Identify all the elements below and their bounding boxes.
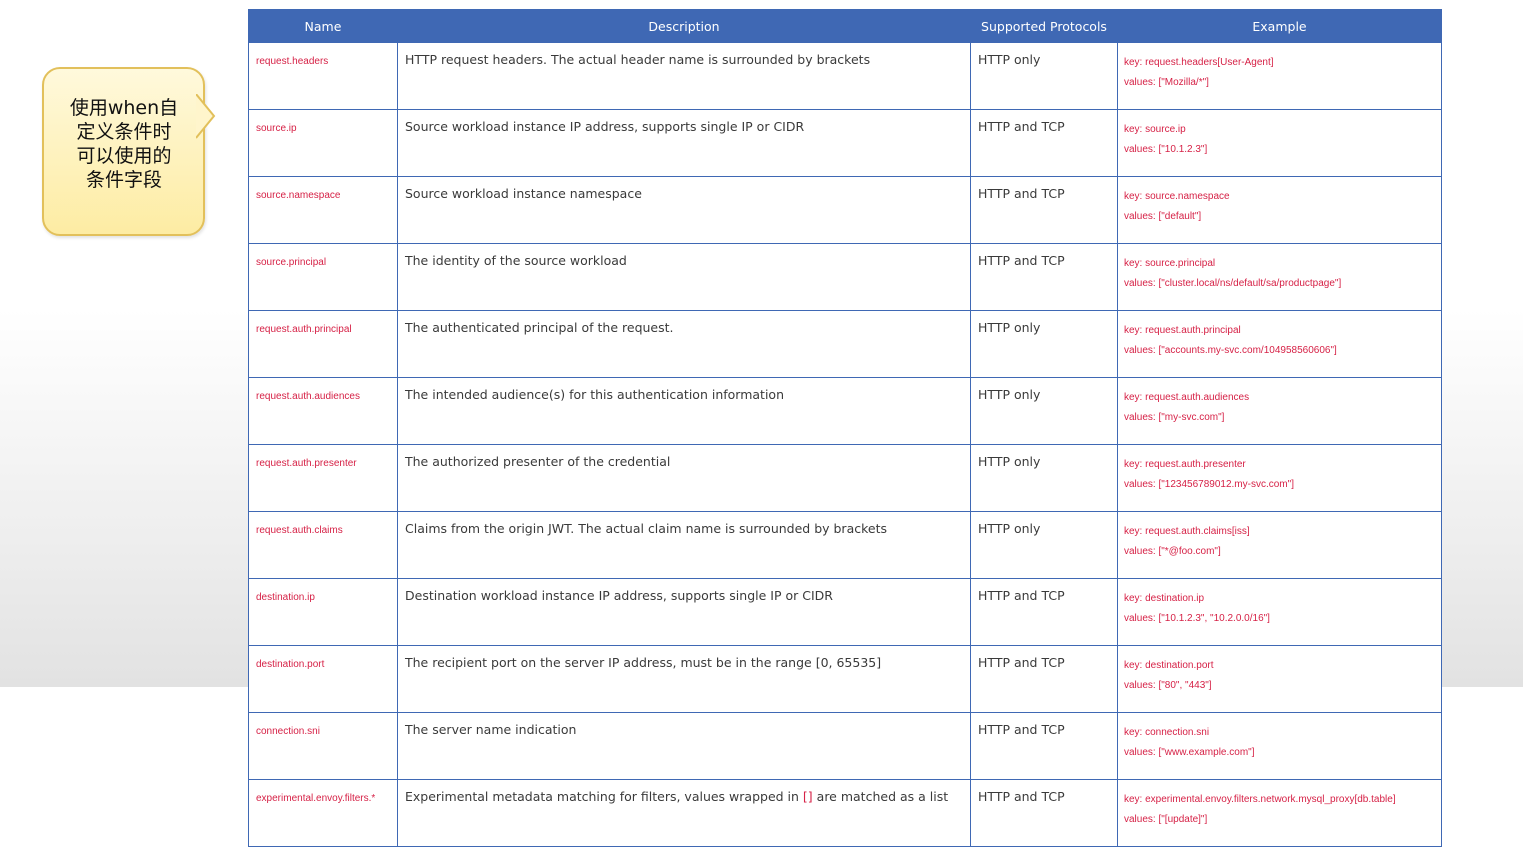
condition-example: key: source.principal values: ["cluster.… bbox=[1117, 243, 1442, 311]
example-key: key: connection.sni bbox=[1124, 727, 1210, 738]
condition-description: The authorized presenter of the credenti… bbox=[397, 444, 971, 512]
example-key: key: request.headers[User-Agent] bbox=[1124, 57, 1274, 68]
condition-description: Source workload instance IP address, sup… bbox=[397, 109, 971, 177]
condition-description: The authenticated principal of the reque… bbox=[397, 310, 971, 378]
description-text: are matched as a list bbox=[812, 789, 949, 804]
callout-line: 条件字段 bbox=[85, 169, 162, 191]
condition-name: destination.port bbox=[248, 645, 398, 713]
callout-text: 使用when自 定义条件时 可以使用的 条件字段 bbox=[48, 96, 200, 192]
example-values: values: ["default"] bbox=[1124, 211, 1202, 222]
condition-name: request.auth.claims bbox=[248, 511, 398, 579]
example-key: key: source.namespace bbox=[1124, 191, 1230, 202]
table-row: destination.ip Destination workload inst… bbox=[248, 578, 1442, 646]
condition-description: The identity of the source workload bbox=[397, 243, 971, 311]
example-values: values: ["cluster.local/ns/default/sa/pr… bbox=[1124, 278, 1342, 289]
condition-description: Source workload instance namespace bbox=[397, 176, 971, 244]
condition-example: key: source.namespace values: ["default"… bbox=[1117, 176, 1442, 244]
condition-example: key: source.ip values: ["10.1.2.3"] bbox=[1117, 109, 1442, 177]
condition-name: request.auth.audiences bbox=[248, 377, 398, 445]
condition-protocols: HTTP only bbox=[970, 377, 1118, 445]
example-key: key: request.auth.principal bbox=[1124, 325, 1241, 336]
condition-protocols: HTTP and TCP bbox=[970, 779, 1118, 847]
table-row: source.namespace Source workload instanc… bbox=[248, 176, 1442, 244]
table-header-row: Name Description Supported Protocols Exa… bbox=[248, 9, 1442, 43]
condition-protocols: HTTP only bbox=[970, 444, 1118, 512]
table-row: experimental.envoy.filters.* Experimenta… bbox=[248, 779, 1442, 847]
table-row: request.auth.presenter The authorized pr… bbox=[248, 444, 1442, 512]
table-row: request.auth.claims Claims from the orig… bbox=[248, 511, 1442, 579]
example-values: values: ["www.example.com"] bbox=[1124, 747, 1255, 758]
example-key: key: request.auth.audiences bbox=[1124, 392, 1250, 403]
callout-line: 使用when自 bbox=[69, 97, 179, 119]
condition-name: request.auth.presenter bbox=[248, 444, 398, 512]
condition-name: connection.sni bbox=[248, 712, 398, 780]
condition-protocols: HTTP only bbox=[970, 310, 1118, 378]
table-row: destination.port The recipient port on t… bbox=[248, 645, 1442, 713]
conditions-table: Name Description Supported Protocols Exa… bbox=[248, 9, 1442, 847]
condition-name: request.auth.principal bbox=[248, 310, 398, 378]
callout-line: 定义条件时 bbox=[76, 121, 172, 143]
condition-protocols: HTTP and TCP bbox=[970, 243, 1118, 311]
column-header-description: Description bbox=[397, 9, 971, 43]
column-header-name: Name bbox=[248, 9, 398, 43]
condition-name: source.ip bbox=[248, 109, 398, 177]
condition-name: request.headers bbox=[248, 42, 398, 110]
example-key: key: destination.port bbox=[1124, 660, 1214, 671]
description-text: Experimental metadata matching for filte… bbox=[405, 789, 803, 804]
example-key: key: source.principal bbox=[1124, 258, 1216, 269]
table-row: request.auth.audiences The intended audi… bbox=[248, 377, 1442, 445]
condition-protocols: HTTP and TCP bbox=[970, 578, 1118, 646]
example-values: values: ["80", "443"] bbox=[1124, 680, 1212, 691]
condition-name: destination.ip bbox=[248, 578, 398, 646]
condition-description: Destination workload instance IP address… bbox=[397, 578, 971, 646]
example-key: key: request.auth.claims[iss] bbox=[1124, 526, 1250, 537]
condition-example: key: request.auth.principal values: ["ac… bbox=[1117, 310, 1442, 378]
condition-example: key: connection.sni values: ["www.exampl… bbox=[1117, 712, 1442, 780]
condition-protocols: HTTP and TCP bbox=[970, 645, 1118, 713]
table-row: connection.sni The server name indicatio… bbox=[248, 712, 1442, 780]
table-row: source.ip Source workload instance IP ad… bbox=[248, 109, 1442, 177]
condition-name: source.namespace bbox=[248, 176, 398, 244]
condition-description: Claims from the origin JWT. The actual c… bbox=[397, 511, 971, 579]
condition-example: key: request.headers[User-Agent] values:… bbox=[1117, 42, 1442, 110]
table-row: request.auth.principal The authenticated… bbox=[248, 310, 1442, 378]
table-row: source.principal The identity of the sou… bbox=[248, 243, 1442, 311]
example-values: values: ["*@foo.com"] bbox=[1124, 546, 1221, 557]
condition-description: HTTP request headers. The actual header … bbox=[397, 42, 971, 110]
condition-protocols: HTTP and TCP bbox=[970, 109, 1118, 177]
example-values: values: ["123456789012.my-svc.com"] bbox=[1124, 479, 1294, 490]
condition-protocols: HTTP only bbox=[970, 511, 1118, 579]
condition-description: The recipient port on the server IP addr… bbox=[397, 645, 971, 713]
condition-example: key: request.auth.claims[iss] values: ["… bbox=[1117, 511, 1442, 579]
example-values: values: ["accounts.my-svc.com/1049585606… bbox=[1124, 345, 1337, 356]
example-key: key: experimental.envoy.filters.network.… bbox=[1124, 794, 1396, 805]
condition-name: experimental.envoy.filters.* bbox=[248, 779, 398, 847]
condition-description: The intended audience(s) for this authen… bbox=[397, 377, 971, 445]
condition-description: The server name indication bbox=[397, 712, 971, 780]
example-values: values: ["my-svc.com"] bbox=[1124, 412, 1225, 423]
column-header-example: Example bbox=[1117, 9, 1442, 43]
callout-line: 可以使用的 bbox=[76, 145, 172, 167]
condition-example: key: destination.port values: ["80", "44… bbox=[1117, 645, 1442, 713]
condition-name: source.principal bbox=[248, 243, 398, 311]
table-row: request.headers HTTP request headers. Th… bbox=[248, 42, 1442, 110]
condition-protocols: HTTP and TCP bbox=[970, 712, 1118, 780]
example-values: values: ["10.1.2.3"] bbox=[1124, 144, 1208, 155]
condition-example: key: request.auth.audiences values: ["my… bbox=[1117, 377, 1442, 445]
condition-example: key: destination.ip values: ["10.1.2.3",… bbox=[1117, 578, 1442, 646]
column-header-protocols: Supported Protocols bbox=[970, 9, 1118, 43]
example-values: values: ["10.1.2.3", "10.2.0.0/16"] bbox=[1124, 613, 1270, 624]
example-key: key: request.auth.presenter bbox=[1124, 459, 1246, 470]
condition-example: key: experimental.envoy.filters.network.… bbox=[1117, 779, 1442, 847]
condition-description: Experimental metadata matching for filte… bbox=[397, 779, 971, 847]
example-values: values: ["[update]"] bbox=[1124, 814, 1208, 825]
list-brackets: [] bbox=[802, 789, 813, 804]
condition-example: key: request.auth.presenter values: ["12… bbox=[1117, 444, 1442, 512]
example-values: values: ["Mozilla/*"] bbox=[1124, 77, 1209, 88]
condition-protocols: HTTP and TCP bbox=[970, 176, 1118, 244]
example-key: key: source.ip bbox=[1124, 124, 1186, 135]
example-key: key: destination.ip bbox=[1124, 593, 1205, 604]
condition-protocols: HTTP only bbox=[970, 42, 1118, 110]
